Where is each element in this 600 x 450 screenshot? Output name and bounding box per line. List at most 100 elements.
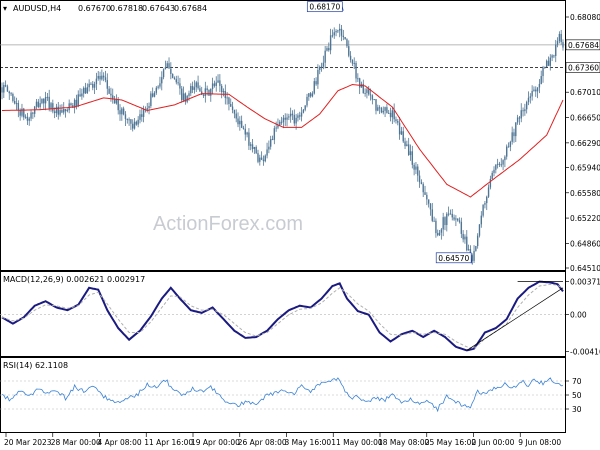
candle-body	[68, 103, 70, 111]
candle-body	[24, 116, 27, 118]
candle-body	[157, 86, 159, 88]
candle-body	[137, 119, 139, 125]
candle-body	[75, 99, 78, 107]
price-y-tick-label: 0.65940	[570, 163, 600, 172]
candle-body	[282, 117, 285, 123]
candle-body	[35, 101, 38, 107]
candle-body	[407, 144, 410, 156]
candle-body	[357, 78, 359, 80]
candle-body	[476, 235, 479, 247]
x-tick-label: 3 May 16:00	[285, 438, 332, 447]
candle-body	[313, 81, 315, 94]
candle-body	[308, 93, 310, 97]
candle-body	[415, 166, 417, 170]
candle-body	[551, 55, 553, 58]
candle-body	[388, 112, 390, 114]
candle-body	[104, 77, 107, 81]
candle-body	[166, 63, 168, 68]
candle-body	[92, 83, 94, 88]
candle-body	[536, 87, 539, 92]
candle-body	[451, 213, 453, 218]
candle-body	[346, 39, 348, 47]
candle-body	[222, 91, 225, 93]
candle-body	[186, 95, 188, 102]
candle-body	[529, 96, 532, 98]
candle-body	[235, 113, 237, 119]
candle-body	[418, 175, 421, 183]
candle-body	[151, 93, 154, 97]
macd-y-tick-label: 0.003715	[570, 277, 600, 286]
candle-body	[195, 82, 197, 88]
candle-body	[117, 99, 119, 111]
x-tick-label: 19 Apr 00:00	[191, 438, 240, 447]
candle-body	[286, 117, 288, 120]
candle-body	[240, 120, 243, 128]
candle-body	[59, 109, 61, 115]
candle-body	[380, 108, 383, 113]
candle-body	[269, 139, 272, 147]
level-price-label: 0.67360	[568, 64, 599, 73]
candle-body	[484, 203, 486, 205]
candle-body	[366, 89, 368, 93]
candle-body	[328, 48, 330, 51]
candle-body	[504, 156, 506, 161]
candle-body	[515, 122, 517, 137]
candle-body	[135, 121, 138, 125]
candle-body	[55, 106, 58, 114]
candle-body	[319, 67, 321, 70]
candle-body	[99, 75, 101, 80]
candle-body	[533, 89, 535, 91]
candle-body	[299, 115, 301, 117]
candle-body	[86, 87, 89, 94]
candle-body	[431, 209, 433, 221]
candle-body	[119, 110, 121, 115]
candle-body	[524, 109, 526, 112]
candle-body	[288, 116, 290, 118]
candle-body	[553, 55, 555, 57]
candle-body	[39, 103, 41, 108]
candle-body	[413, 164, 415, 170]
candle-body	[487, 187, 490, 197]
candle-body	[266, 149, 268, 156]
candle-body	[324, 50, 326, 63]
price-y-tick-label: 0.64510	[570, 264, 600, 273]
candle-body	[106, 80, 109, 89]
candle-body	[155, 87, 158, 93]
candle-body	[422, 184, 424, 193]
candle-body	[260, 157, 263, 160]
candle-body	[280, 121, 283, 123]
candle-body	[382, 110, 384, 113]
candle-body	[146, 108, 148, 110]
candle-body	[1, 87, 3, 93]
candle-body	[464, 236, 466, 240]
candle-body	[560, 33, 562, 43]
candle-body	[478, 224, 481, 236]
candle-body	[43, 98, 45, 104]
macd-title: MACD(12,26,9) 0.002621 0.002917	[3, 275, 145, 284]
candle-body	[473, 250, 475, 261]
candle-body	[535, 89, 537, 92]
candle-body	[426, 194, 428, 200]
candle-body	[3, 85, 5, 93]
candle-body	[446, 213, 448, 226]
rsi-title: RSI(14) 62.1108	[3, 361, 68, 370]
candle-body	[211, 83, 214, 89]
candle-body	[489, 178, 492, 188]
candle-body	[518, 117, 521, 119]
candle-body	[491, 172, 493, 179]
x-tick-label: 28 Mar 00:00	[51, 438, 101, 447]
candle-body	[4, 85, 7, 87]
candle-body	[377, 107, 379, 111]
candle-body	[507, 146, 510, 148]
forex-chart: ActionForex.com ▾ AUDUSD,H4 0.67670 0.67…	[0, 0, 600, 450]
candle-body	[257, 153, 259, 162]
candle-body	[197, 82, 199, 89]
candle-body	[153, 92, 156, 97]
candle-body	[368, 89, 370, 95]
candle-body	[191, 86, 194, 90]
candle-body	[389, 112, 392, 118]
candle-body	[496, 163, 499, 165]
candle-body	[522, 110, 524, 112]
candle-body	[213, 83, 216, 86]
candle-body	[28, 118, 30, 121]
